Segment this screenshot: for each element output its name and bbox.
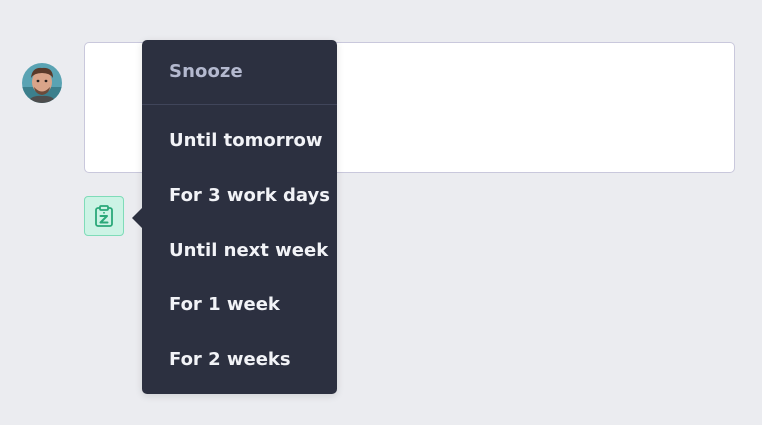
menu-item-until-next-week[interactable]: Until next week (142, 239, 337, 263)
conversation-view: Snooze Until tomorrow For 3 work days Un… (0, 0, 762, 425)
avatar (22, 63, 62, 103)
menu-item-for-3-work-days[interactable]: For 3 work days (142, 184, 337, 208)
user-avatar-icon (22, 63, 62, 103)
menu-pointer (132, 208, 142, 228)
snooze-menu: Snooze Until tomorrow For 3 work days Un… (132, 40, 337, 394)
menu-item-for-2-weeks[interactable]: For 2 weeks (142, 348, 337, 372)
snooze-clipboard-icon (95, 205, 113, 227)
snooze-button[interactable] (84, 196, 124, 236)
snooze-menu-title: Snooze (142, 40, 337, 105)
menu-item-until-tomorrow[interactable]: Until tomorrow (142, 129, 337, 153)
menu-item-for-1-week[interactable]: For 1 week (142, 293, 337, 317)
